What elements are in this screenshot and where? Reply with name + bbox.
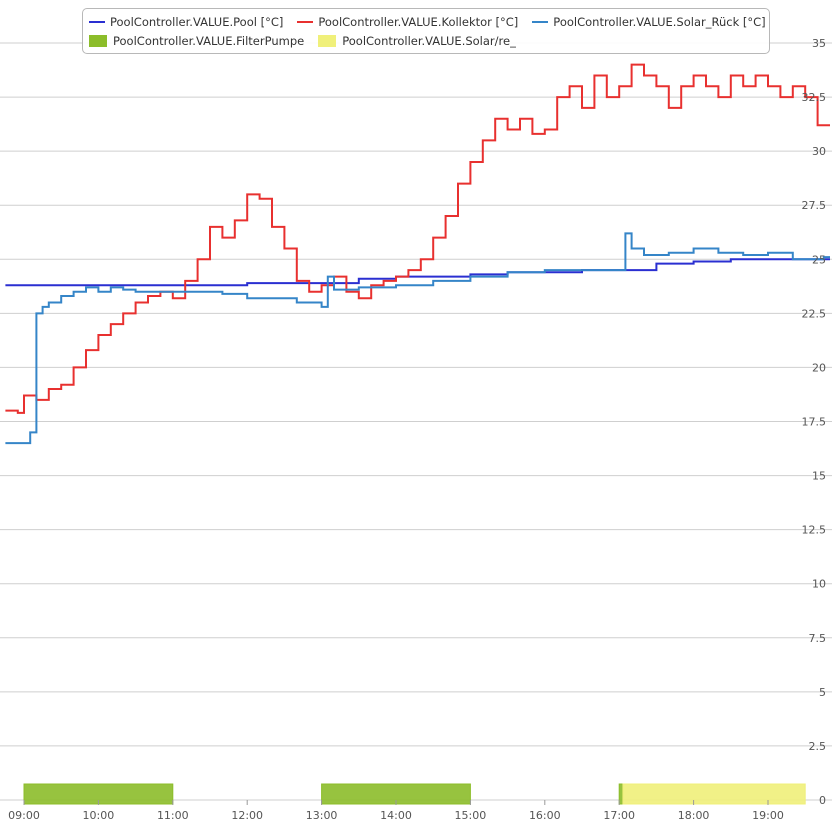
y-tick-label: 0 [819,794,826,807]
series-line-2 [5,232,830,445]
band-bar-3 [618,783,624,805]
legend-swatch-solar-rueck [532,20,549,23]
legend-item-solar-re[interactable]: PoolController.VALUE.Solar/re_ [318,34,516,48]
legend-item-solar-rueck[interactable]: PoolController.VALUE.Solar_Rück [°C] [532,14,766,29]
y-tick-label: 15 [812,470,826,483]
y-tick-label: 7.5 [809,632,827,645]
y-tick-label: 22.5 [802,307,827,320]
series-line-0 [5,258,830,287]
x-tick-label: 16:00 [529,809,561,822]
x-tick-label: 10:00 [83,809,115,822]
x-tick-label: 11:00 [157,809,189,822]
series-line-1 [5,63,830,414]
x-tick-label: 13:00 [306,809,338,822]
x-tick-label: 19:00 [752,809,784,822]
y-tick-label: 5 [819,686,826,699]
legend-label-solar-rueck: PoolController.VALUE.Solar_Rück [°C] [553,14,766,29]
y-tick-label: 20 [812,361,826,374]
x-tick-label: 18:00 [678,809,710,822]
x-tick-label: 14:00 [380,809,412,822]
x-tick-label: 15:00 [455,809,487,822]
legend-row-lines: PoolController.VALUE.Pool [°C] PoolContr… [89,12,766,31]
x-tick-label: 09:00 [8,809,40,822]
x-tick-label: 17:00 [603,809,635,822]
band-series [23,783,806,805]
y-tick-label: 30 [812,145,826,158]
y-tick-label: 32.5 [802,91,827,104]
y-tick-label: 10 [812,578,826,591]
legend-label-solar-re: PoolController.VALUE.Solar/re_ [342,33,516,48]
legend-swatch-filterpumpe [89,34,107,47]
chart-canvas: 0 2.5 5 7.5 10 12.5 15 17.5 20 22.5 25 27.5 30 32.5 35… [0,37,832,822]
grid-lines [0,42,832,801]
line-series [5,63,830,445]
y-tick-label: 25 [812,253,826,266]
band-bar-4 [622,783,806,805]
legend-row-bands: PoolController.VALUE.FilterPumpe PoolCon… [89,31,763,50]
y-tick-label: 35 [812,37,826,50]
legend-swatch-pool [89,20,105,23]
legend-item-filterpumpe[interactable]: PoolController.VALUE.FilterPumpe [89,34,304,48]
y-tick-label: 27.5 [802,199,827,212]
chart-legend[interactable]: PoolController.VALUE.Pool [°C] PoolContr… [82,8,770,54]
legend-label-kollektor: PoolController.VALUE.Kollektor [°C] [318,14,519,29]
legend-swatch-kollektor [297,20,314,23]
y-tick-label: 17.5 [802,416,827,429]
legend-item-pool[interactable]: PoolController.VALUE.Pool [°C] [89,15,283,29]
legend-swatch-solar-re [318,34,337,47]
legend-item-kollektor[interactable]: PoolController.VALUE.Kollektor [°C] [297,15,518,29]
y-tick-label: 2.5 [809,740,827,753]
y-tick-label: 12.5 [802,524,827,537]
legend-label-filterpumpe: PoolController.VALUE.FilterPumpe [113,33,305,48]
x-tick-label: 12:00 [231,809,263,822]
legend-label-pool: PoolController.VALUE.Pool [°C] [110,14,284,29]
